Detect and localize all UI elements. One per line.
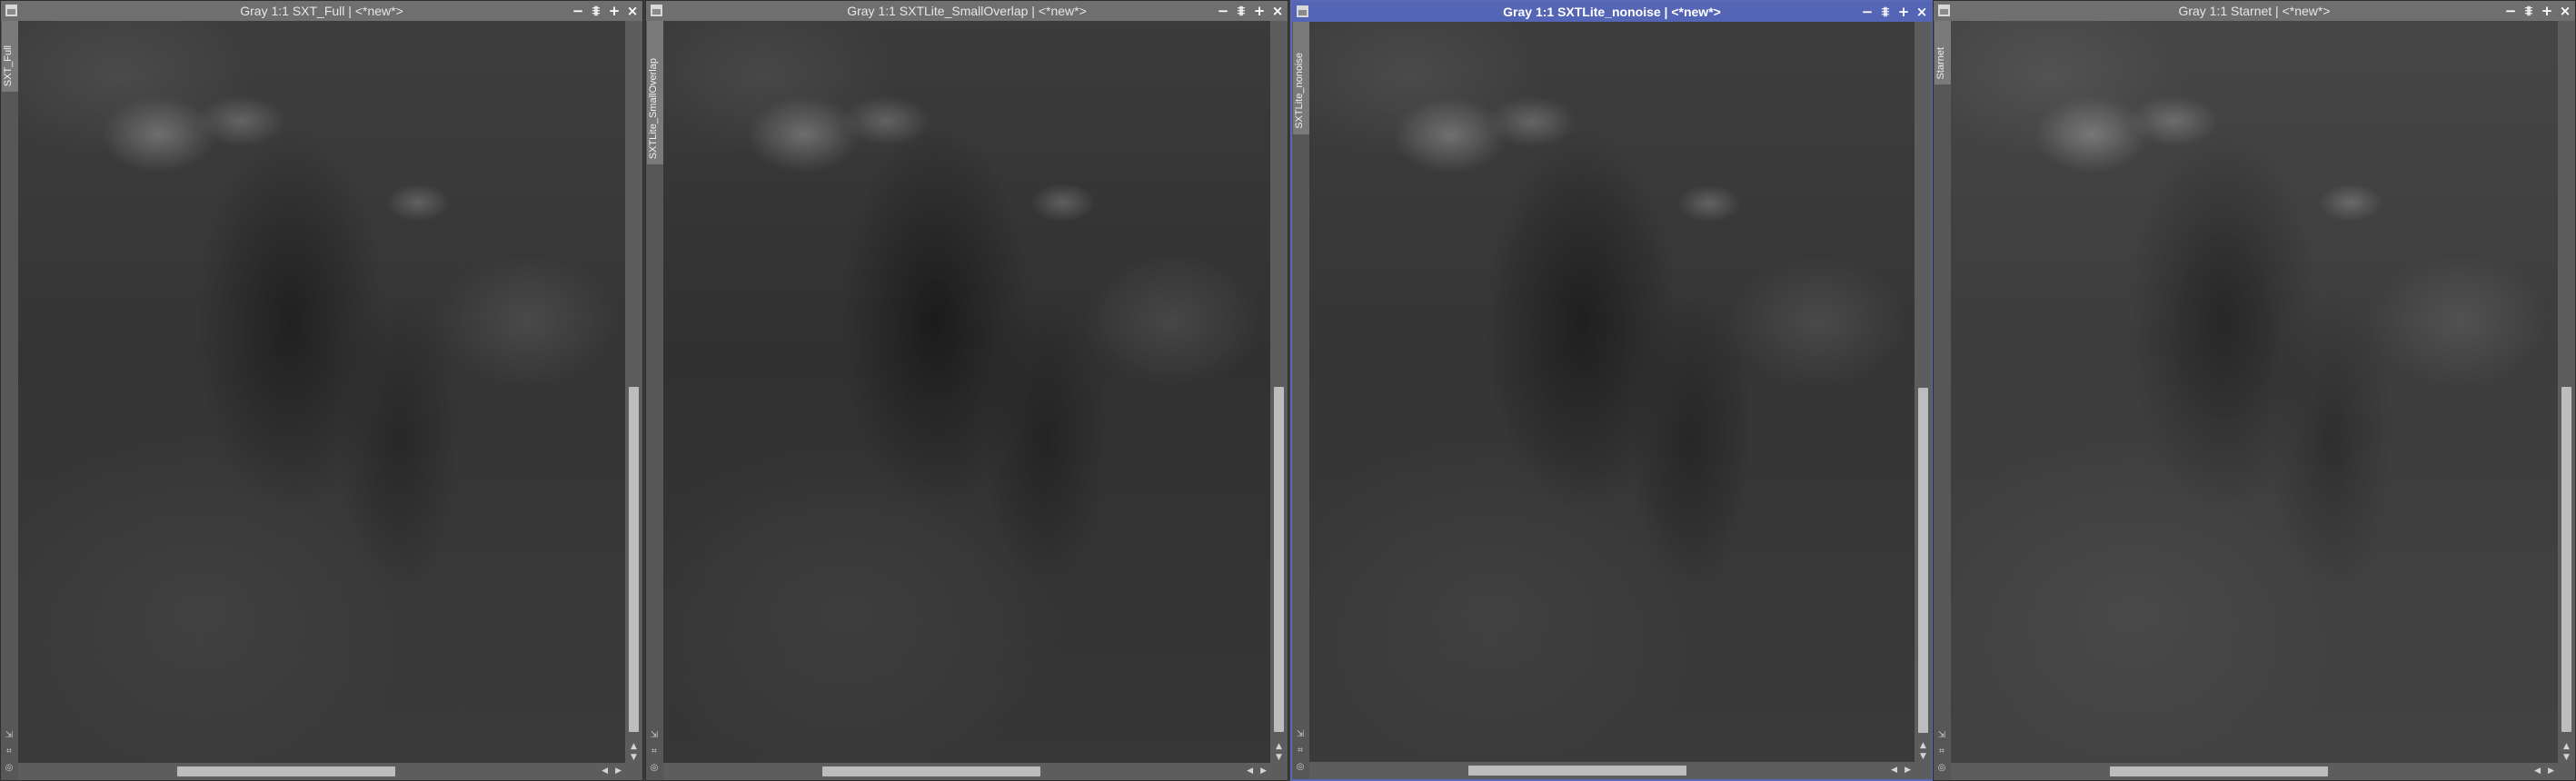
vertical-scrollbar[interactable]: ▲ ▼ [1270,21,1288,763]
minimize-button[interactable]: − [1861,2,1874,22]
preview-icon[interactable]: ◎ [3,762,15,775]
vertical-scroll-thumb[interactable] [1918,388,1928,733]
identifier-tab[interactable]: SXT_Full [2,21,19,92]
shade-button[interactable]: ⩨ [1235,1,1248,21]
vertical-scroll-thumb[interactable] [629,387,639,732]
arrow-down-icon[interactable]: ▼ [2558,752,2575,763]
arrow-right-icon[interactable]: ▶ [1260,763,1267,780]
scroll-corner [625,763,642,780]
image-window-sxtlite-smalloverlap[interactable]: Gray 1:1 SXTLite_SmallOverlap | <*new*> … [645,0,1288,781]
close-button[interactable]: × [2559,1,2571,21]
fit-view-icon[interactable]: ⇲ [1294,728,1307,741]
scroll-corner [2558,763,2575,780]
fit-view-icon[interactable]: ⇲ [1935,729,1948,742]
shade-button[interactable]: ⩨ [590,1,602,21]
close-button[interactable]: × [1915,2,1928,22]
window-titlebar[interactable]: Gray 1:1 SXTLite_nonoise | <*new*> − ⩨ +… [1292,2,1932,22]
arrow-right-icon[interactable]: ▶ [1905,762,1911,779]
window-title: Gray 1:1 SXTLite_nonoise | <*new*> [1503,5,1721,19]
identifier-tab[interactable]: SXTLite_nonoise [1293,22,1310,134]
arrow-left-icon[interactable]: ◀ [1247,763,1253,780]
left-toolbar [1,21,18,780]
identifier-label: SXTLite_nonoise [1294,53,1305,129]
identifier-tab[interactable]: Starnet [1934,21,1952,84]
image-window-starnet[interactable]: Gray 1:1 Starnet | <*new*> − ⩨ + × Starn… [1933,0,2576,781]
identifier-label: SXTLite_SmallOverlap [648,57,659,159]
preview-icon[interactable]: ◎ [1935,762,1948,775]
horizontal-scroll-thumb[interactable] [822,766,1040,776]
zoom-icon[interactable]: ⌗ [1294,745,1307,757]
maximize-button[interactable]: + [2541,1,2553,21]
maximize-button[interactable]: + [1253,1,1266,21]
window-titlebar[interactable]: Gray 1:1 SXTLite_SmallOverlap | <*new*> … [646,1,1288,21]
zoom-icon[interactable]: ⌗ [3,746,15,758]
horizontal-scrollbar[interactable]: ◀ ▶ [1951,763,2558,780]
window-titlebar[interactable]: Gray 1:1 SXT_Full | <*new*> − ⩨ + × [1,1,642,21]
view-tools: ⇲ ⌗ ◎ [1294,725,1308,774]
arrow-up-icon[interactable]: ▲ [625,741,642,752]
identifier-tab[interactable]: SXTLite_SmallOverlap [647,21,664,164]
vertical-scroll-thumb[interactable] [1274,387,1284,732]
arrow-left-icon[interactable]: ◀ [602,763,608,780]
close-button[interactable]: × [626,1,639,21]
scroll-corner [1270,763,1288,780]
minimize-button[interactable]: − [2504,1,2517,21]
left-toolbar [1292,22,1309,779]
window-menu-icon[interactable] [1938,5,1950,16]
left-toolbar [1934,21,1951,780]
image-window-sxtlite-nonoise[interactable]: Gray 1:1 SXTLite_nonoise | <*new*> − ⩨ +… [1290,0,1934,781]
window-menu-icon[interactable] [5,5,17,16]
arrow-right-icon[interactable]: ▶ [2548,763,2554,780]
vertical-scrollbar[interactable]: ▲ ▼ [1915,22,1932,762]
preview-icon[interactable]: ◎ [648,762,661,775]
minimize-button[interactable]: − [1217,1,1229,21]
identifier-label: Starnet [1935,46,1946,79]
arrow-down-icon[interactable]: ▼ [1270,752,1288,763]
view-tools: ⇲ ⌗ ◎ [1935,726,1950,775]
arrow-right-icon[interactable]: ▶ [615,763,622,780]
window-title: Gray 1:1 SXTLite_SmallOverlap | <*new*> [847,4,1087,18]
view-tools: ⇲ ⌗ ◎ [3,726,17,775]
zoom-icon[interactable]: ⌗ [648,746,661,758]
scroll-corner [1915,762,1932,779]
image-window-sxt-full[interactable]: Gray 1:1 SXT_Full | <*new*> − ⩨ + × SXT_… [0,0,643,781]
image-canvas[interactable] [1309,22,1916,765]
vertical-scrollbar[interactable]: ▲ ▼ [2558,21,2575,763]
horizontal-scroll-thumb[interactable] [177,766,395,776]
view-tools: ⇲ ⌗ ◎ [648,726,662,775]
window-menu-icon[interactable] [1297,5,1308,17]
maximize-button[interactable]: + [1897,2,1910,22]
arrow-up-icon[interactable]: ▲ [1270,741,1288,752]
image-canvas[interactable] [663,21,1270,764]
arrow-up-icon[interactable]: ▲ [1915,740,1932,751]
image-canvas[interactable] [18,21,625,764]
horizontal-scroll-thumb[interactable] [1468,766,1686,776]
vertical-scrollbar[interactable]: ▲ ▼ [625,21,642,763]
zoom-icon[interactable]: ⌗ [1935,746,1948,758]
horizontal-scrollbar[interactable]: ◀ ▶ [1309,762,1915,779]
horizontal-scrollbar[interactable]: ◀ ▶ [18,763,625,780]
arrow-left-icon[interactable]: ◀ [2534,763,2541,780]
window-title: Gray 1:1 SXT_Full | <*new*> [240,4,403,18]
shade-button[interactable]: ⩨ [1879,2,1892,22]
maximize-button[interactable]: + [608,1,621,21]
minimize-button[interactable]: − [572,1,584,21]
image-canvas[interactable] [1951,21,2558,764]
window-menu-icon[interactable] [651,5,662,16]
vertical-scroll-thumb[interactable] [2561,387,2571,732]
horizontal-scrollbar[interactable]: ◀ ▶ [663,763,1270,780]
identifier-label: SXT_Full [3,44,14,86]
arrow-up-icon[interactable]: ▲ [2558,741,2575,752]
fit-view-icon[interactable]: ⇲ [3,729,15,742]
window-titlebar[interactable]: Gray 1:1 Starnet | <*new*> − ⩨ + × [1934,1,2575,21]
shade-button[interactable]: ⩨ [2522,1,2535,21]
arrow-down-icon[interactable]: ▼ [1915,751,1932,762]
fit-view-icon[interactable]: ⇲ [648,729,661,742]
window-title: Gray 1:1 Starnet | <*new*> [2178,4,2331,18]
horizontal-scroll-thumb[interactable] [2110,766,2328,776]
arrow-left-icon[interactable]: ◀ [1891,762,1897,779]
arrow-down-icon[interactable]: ▼ [625,752,642,763]
close-button[interactable]: × [1271,1,1284,21]
preview-icon[interactable]: ◎ [1294,761,1307,774]
